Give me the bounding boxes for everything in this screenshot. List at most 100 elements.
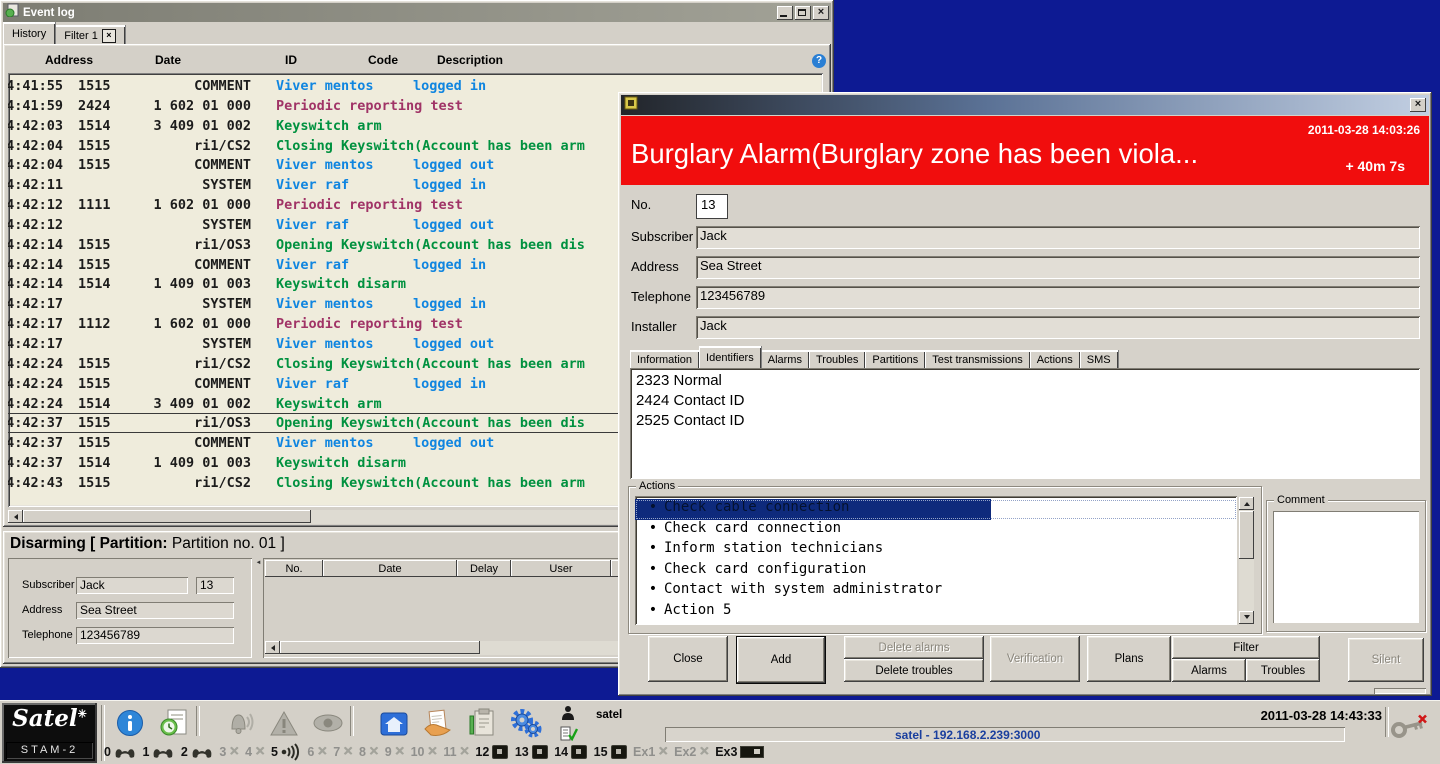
partition-table-hscrollbar[interactable]	[265, 641, 625, 655]
panel-splitter[interactable]: ◄	[255, 558, 262, 658]
action-item[interactable]: •Check card configuration	[635, 561, 1237, 582]
delete-alarms-button[interactable]: Delete alarms	[844, 636, 984, 659]
telephone-field[interactable]: 123456789	[696, 286, 1420, 309]
action-item[interactable]: •Inform station technicians	[635, 540, 1237, 561]
scroll-down-button[interactable]	[1239, 611, 1254, 624]
channel-Ex3[interactable]: Ex3	[715, 745, 764, 759]
channel-14[interactable]: 14	[554, 745, 587, 759]
channel-1[interactable]: 1	[142, 745, 174, 759]
splitter-left-icon[interactable]: ◄	[256, 560, 262, 566]
verification-button[interactable]: Verification	[990, 636, 1080, 682]
channel-Ex1[interactable]: Ex1×	[633, 745, 668, 759]
scroll-left-button[interactable]	[265, 641, 280, 654]
tab-history[interactable]: History	[3, 22, 55, 44]
event-account: 1111	[78, 197, 111, 213]
filter-alarms-button[interactable]: Alarms	[1172, 659, 1246, 682]
channel-15[interactable]: 15	[594, 745, 627, 759]
filter-troubles-button[interactable]: Troubles	[1246, 659, 1320, 682]
toolbar-reports-icon[interactable]	[421, 707, 455, 739]
identifier-item[interactable]: 2323 Normal	[636, 372, 1414, 392]
address-field[interactable]: Sea Street	[696, 256, 1420, 279]
action-item[interactable]: •Check card connection	[635, 520, 1237, 541]
toolbar-home-icon[interactable]	[377, 707, 411, 739]
event-code: SYSTEM	[133, 217, 251, 233]
maximize-button[interactable]	[795, 6, 811, 20]
identifier-item[interactable]: 2424 Contact ID	[636, 392, 1414, 412]
channel-8[interactable]: 8×	[359, 745, 378, 759]
scroll-up-button[interactable]	[1239, 497, 1254, 510]
scroll-thumb[interactable]	[23, 510, 311, 523]
tab-information[interactable]: Information	[630, 350, 699, 368]
scroll-thumb[interactable]	[1239, 511, 1254, 559]
subscriber-field[interactable]: Jack	[76, 577, 188, 594]
event-time: 14:42:24	[8, 376, 63, 392]
tab-filter-1[interactable]: Filter 1 ×	[55, 25, 125, 44]
event-account: 1514	[78, 396, 111, 412]
identifier-item[interactable]: 2525 Contact ID	[636, 412, 1414, 432]
alarm-titlebar[interactable]: ×	[621, 95, 1429, 115]
subscriber-number-field[interactable]: 13	[196, 577, 234, 594]
action-item[interactable]: •Contact with system administrator	[635, 581, 1237, 602]
address-field[interactable]: Sea Street	[76, 602, 234, 619]
tab-partitions[interactable]: Partitions	[865, 350, 925, 368]
disarming-heading-bold: Disarming [ Partition:	[10, 535, 168, 552]
close-button[interactable]: ×	[813, 6, 829, 20]
silent-progress-bar	[1374, 688, 1426, 694]
close-alarm-button[interactable]: Close	[648, 636, 728, 682]
delete-troubles-button[interactable]: Delete troubles	[844, 659, 984, 682]
toolbar-info-icon[interactable]	[113, 707, 147, 739]
tab-troubles[interactable]: Troubles	[809, 350, 865, 368]
channel-7[interactable]: 7×	[333, 745, 352, 759]
event-log-titlebar[interactable]: Event log ×	[3, 3, 831, 22]
channel-10[interactable]: 10×	[411, 745, 437, 759]
channel-11[interactable]: 11×	[443, 745, 469, 759]
channel-12[interactable]: 12	[475, 745, 508, 759]
help-icon[interactable]: ?	[812, 54, 826, 68]
channel-number: 7	[333, 745, 340, 759]
channel-4[interactable]: 4×	[245, 745, 264, 759]
close-filter-tab-icon[interactable]: ×	[102, 29, 116, 43]
telephone-field[interactable]: 123456789	[76, 627, 234, 644]
x-icon: ×	[699, 746, 708, 758]
subscriber-field[interactable]: Jack	[696, 226, 1420, 249]
identifiers-list[interactable]: 2323 Normal2424 Contact ID2525 Contact I…	[630, 368, 1420, 479]
installer-field[interactable]: Jack	[696, 316, 1420, 339]
tab-identifiers[interactable]: Identifiers	[699, 346, 761, 368]
column-header: Date	[155, 53, 181, 67]
silent-button[interactable]: Silent	[1348, 638, 1424, 682]
scroll-thumb[interactable]	[280, 641, 480, 654]
event-description-2: logged out	[413, 336, 494, 352]
channel-Ex2[interactable]: Ex2×	[674, 745, 709, 759]
channel-9[interactable]: 9×	[385, 745, 404, 759]
channel-0[interactable]: 0	[104, 745, 136, 759]
toolbar-warning-icon[interactable]	[267, 707, 301, 739]
channel-5[interactable]: 5	[271, 743, 301, 761]
toolbar-settings-icon[interactable]	[509, 707, 543, 739]
tab-alarms[interactable]: Alarms	[761, 350, 809, 368]
channel-13[interactable]: 13	[515, 745, 548, 759]
key-lock-icon[interactable]	[1390, 714, 1428, 745]
tab-sms[interactable]: SMS	[1080, 350, 1118, 368]
actions-vscrollbar[interactable]	[1239, 497, 1254, 624]
actions-list[interactable]: •Check cable connection•Check card conne…	[635, 496, 1237, 625]
comment-textarea[interactable]	[1273, 511, 1419, 623]
minimize-button[interactable]	[777, 6, 793, 20]
event-account: 1514	[78, 118, 111, 134]
tab-actions[interactable]: Actions	[1030, 350, 1080, 368]
no-field[interactable]: 13	[696, 194, 728, 219]
channel-6[interactable]: 6×	[307, 745, 326, 759]
scroll-left-button[interactable]	[8, 510, 23, 523]
filter-button[interactable]: Filter	[1172, 636, 1320, 659]
toolbar-event-history-icon[interactable]	[157, 707, 191, 739]
action-item[interactable]: •Check cable connection	[635, 499, 1237, 520]
channel-2[interactable]: 2	[181, 745, 213, 759]
add-button[interactable]: Add	[736, 636, 826, 684]
toolbar-bell-icon[interactable]	[223, 707, 257, 739]
action-item[interactable]: •Action 5	[635, 602, 1237, 623]
plans-button[interactable]: Plans	[1087, 636, 1171, 682]
toolbar-notes-icon[interactable]	[465, 707, 499, 739]
toolbar-eye-icon[interactable]	[311, 707, 345, 739]
channel-3[interactable]: 3×	[219, 745, 238, 759]
close-button[interactable]: ×	[1410, 98, 1426, 112]
tab-test-transmissions[interactable]: Test transmissions	[925, 350, 1029, 368]
